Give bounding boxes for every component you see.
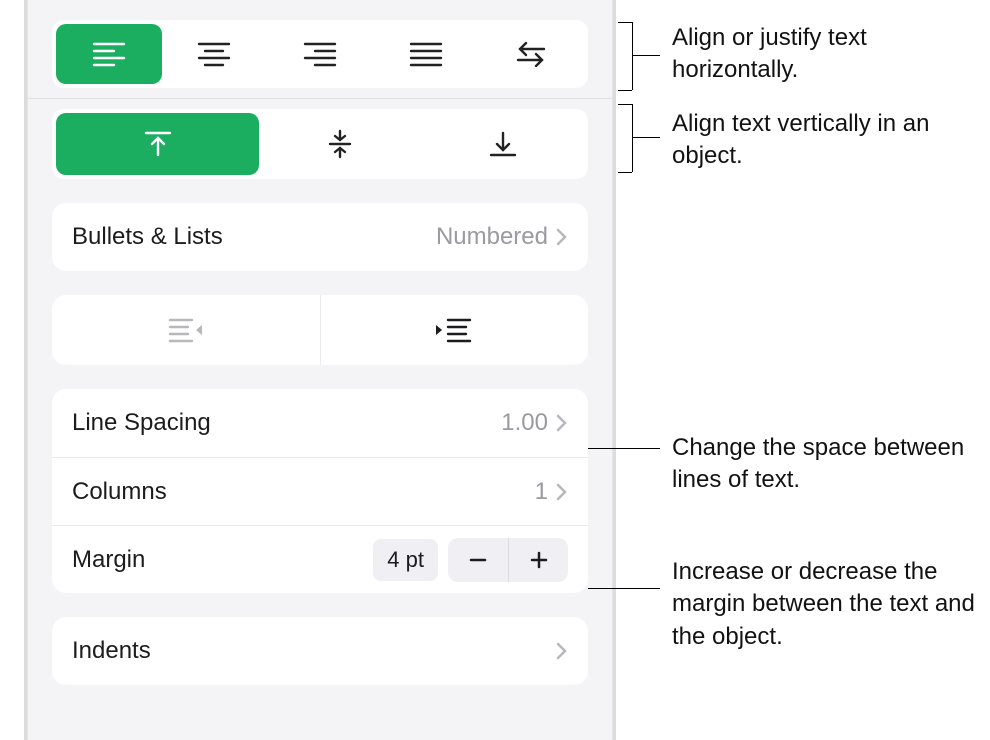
plus-icon: [529, 550, 549, 570]
horizontal-align-segment: [52, 20, 588, 88]
indent-icon: [434, 315, 474, 345]
columns-label: Columns: [72, 478, 535, 506]
margin-row: Margin 4 pt: [52, 525, 588, 593]
align-center-button[interactable]: [162, 24, 268, 84]
spacing-card: Line Spacing 1.00 Columns 1 Margin 4 pt: [52, 389, 588, 593]
indents-label: Indents: [72, 637, 556, 665]
align-right-button[interactable]: [267, 24, 373, 84]
align-left-button[interactable]: [56, 24, 162, 84]
align-right-icon: [303, 41, 337, 67]
callout-bracket: [632, 104, 633, 172]
format-panel: Bullets & Lists Numbered: [24, 0, 616, 740]
align-justify-button[interactable]: [373, 24, 479, 84]
align-justify-icon: [409, 41, 443, 67]
margin-decrease-button[interactable]: [448, 538, 508, 582]
columns-row[interactable]: Columns 1: [52, 457, 588, 525]
callout-margin: Increase or decrease the margin between …: [672, 556, 982, 653]
align-top-button[interactable]: [56, 113, 259, 175]
align-bottom-button[interactable]: [422, 113, 584, 175]
outdent-button[interactable]: [52, 295, 320, 365]
margin-controls: 4 pt: [373, 538, 568, 582]
panel-inner: Bullets & Lists Numbered: [27, 0, 613, 740]
indent-button[interactable]: [320, 295, 589, 365]
margin-label: Margin: [72, 546, 373, 574]
align-bottom-icon: [488, 129, 518, 159]
chevron-right-icon: [556, 413, 568, 433]
callout-vertical-align: Align text vertically in an object.: [672, 108, 972, 173]
margin-stepper: [448, 538, 568, 582]
align-middle-icon: [325, 129, 355, 159]
indents-card: Indents: [52, 617, 588, 685]
outdent-icon: [166, 315, 206, 345]
text-direction-button[interactable]: [478, 24, 584, 84]
callout-line-spacing: Change the space between lines of text.: [672, 432, 982, 497]
callout-horizontal-align: Align or justify text horizontally.: [672, 22, 972, 87]
align-middle-button[interactable]: [259, 113, 421, 175]
align-left-icon: [92, 41, 126, 67]
bullets-lists-row[interactable]: Bullets & Lists Numbered: [52, 203, 588, 271]
bullets-card: Bullets & Lists Numbered: [52, 203, 588, 271]
margin-value: 4 pt: [373, 539, 438, 581]
chevron-right-icon: [556, 641, 568, 661]
text-direction-icon: [514, 41, 548, 67]
minus-icon: [468, 550, 488, 570]
callout-leader: [588, 448, 660, 449]
align-top-icon: [143, 129, 173, 159]
line-spacing-row[interactable]: Line Spacing 1.00: [52, 389, 588, 457]
indents-row[interactable]: Indents: [52, 617, 588, 685]
indent-segment: [52, 295, 588, 365]
vertical-align-segment: [52, 109, 588, 179]
align-center-icon: [197, 41, 231, 67]
callout-bracket: [632, 22, 633, 90]
margin-increase-button[interactable]: [508, 538, 568, 582]
line-spacing-label: Line Spacing: [72, 409, 501, 437]
callout-leader: [632, 137, 660, 138]
columns-value: 1: [535, 478, 548, 506]
line-spacing-value: 1.00: [501, 409, 548, 437]
callout-leader: [632, 55, 660, 56]
callout-leader: [588, 588, 660, 589]
chevron-right-icon: [556, 482, 568, 502]
bullets-label: Bullets & Lists: [72, 223, 436, 251]
chevron-right-icon: [556, 227, 568, 247]
bullets-value: Numbered: [436, 223, 548, 251]
